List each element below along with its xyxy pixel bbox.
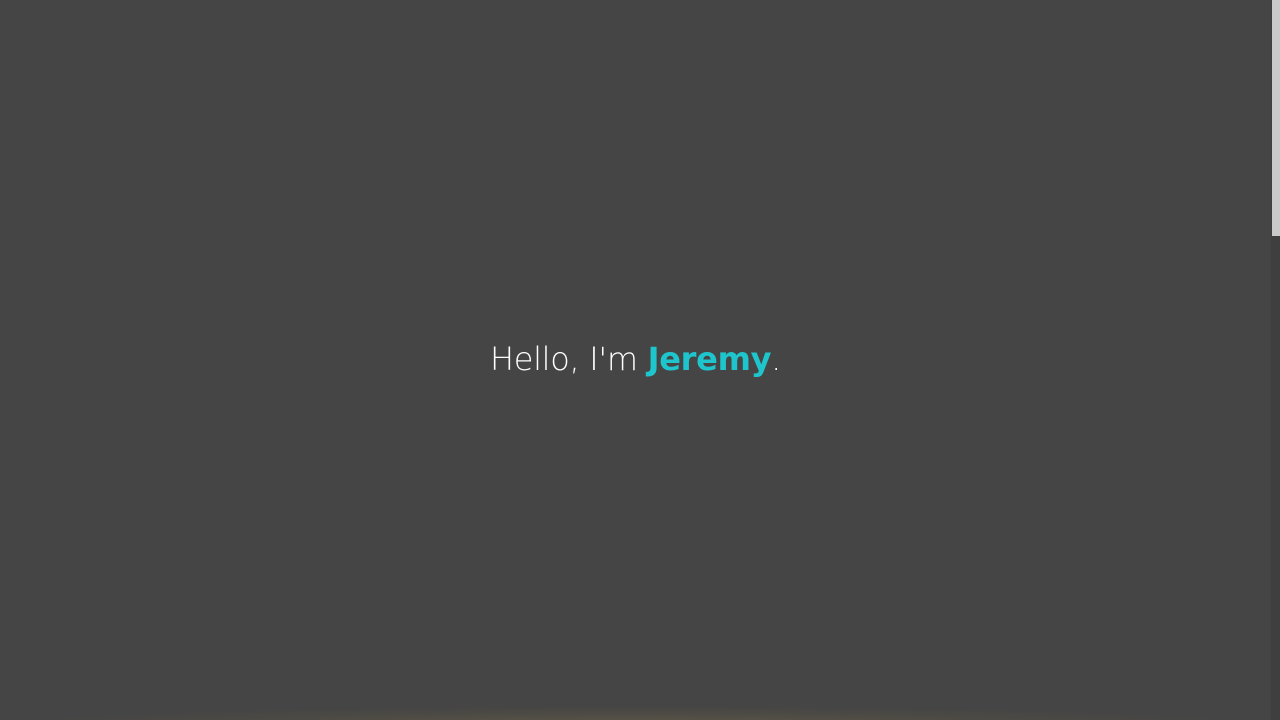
- greeting-suffix: .: [771, 339, 782, 378]
- scrollbar-thumb[interactable]: [1272, 0, 1280, 236]
- next-section-edge: [0, 706, 1271, 720]
- hero-greeting: Hello, I'm Jeremy.: [490, 340, 781, 378]
- vertical-scrollbar[interactable]: [1271, 0, 1280, 720]
- hero-section: Hello, I'm Jeremy.: [0, 0, 1271, 720]
- hero-name: Jeremy: [647, 339, 772, 378]
- page-viewport: Hello, I'm Jeremy.: [0, 0, 1280, 720]
- greeting-prefix: Hello, I'm: [489, 339, 648, 378]
